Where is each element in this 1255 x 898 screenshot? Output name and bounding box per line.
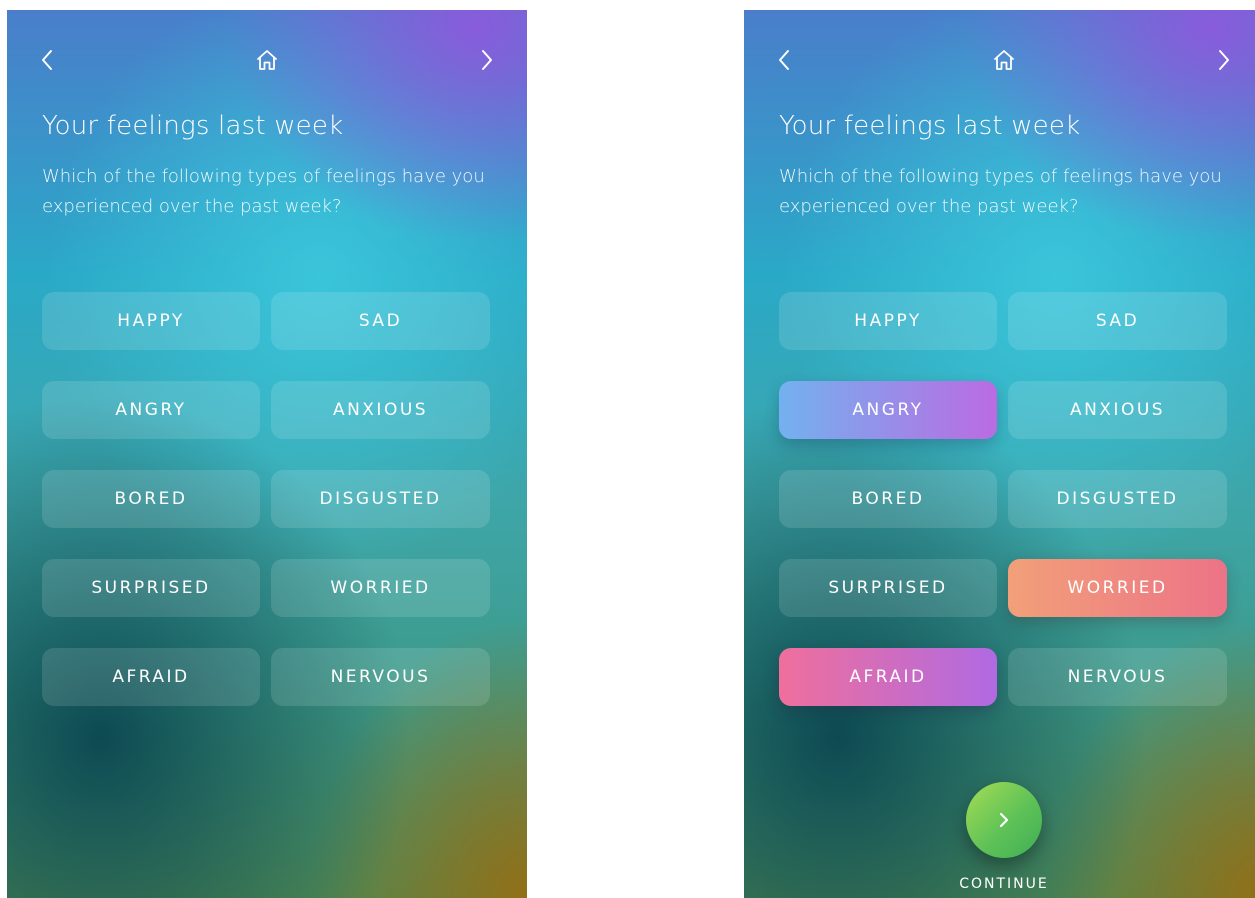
chevron-right-icon <box>482 50 492 70</box>
top-nav <box>7 40 527 80</box>
feeling-chip-surprised[interactable]: SURPRISED <box>42 559 260 617</box>
home-button[interactable] <box>247 40 287 80</box>
feeling-chip-worried[interactable]: WORRIED <box>1008 559 1227 617</box>
page-subtitle: Which of the following types of feelings… <box>779 166 1222 217</box>
feeling-chip-worried[interactable]: WORRIED <box>271 559 490 617</box>
feelings-grid: HAPPY SAD ANGRY ANXIOUS BORED DISGUSTED … <box>779 292 1227 706</box>
feeling-chip-nervous[interactable]: NERVOUS <box>271 648 490 706</box>
feeling-chip-happy[interactable]: HAPPY <box>779 292 997 350</box>
page-title: Your feelings last week <box>779 111 1081 141</box>
feeling-chip-happy[interactable]: HAPPY <box>42 292 260 350</box>
home-button[interactable] <box>984 40 1024 80</box>
feeling-chip-disgusted[interactable]: DISGUSTED <box>271 470 490 528</box>
chevron-left-icon <box>42 50 52 70</box>
feeling-chip-bored[interactable]: BORED <box>779 470 997 528</box>
forward-button[interactable] <box>1204 40 1244 80</box>
forward-button[interactable] <box>467 40 507 80</box>
feeling-chip-anxious[interactable]: ANXIOUS <box>1008 381 1227 439</box>
top-nav <box>744 40 1255 80</box>
back-button[interactable] <box>27 40 67 80</box>
feeling-chip-bored[interactable]: BORED <box>42 470 260 528</box>
feeling-chip-nervous[interactable]: NERVOUS <box>1008 648 1227 706</box>
home-icon <box>994 50 1014 70</box>
feelings-screen-unselected: Your feelings last week Which of the fol… <box>7 10 527 898</box>
back-button[interactable] <box>764 40 804 80</box>
feelings-grid: HAPPY SAD ANGRY ANXIOUS BORED DISGUSTED … <box>42 292 490 706</box>
feeling-chip-angry[interactable]: ANGRY <box>779 381 997 439</box>
page-title: Your feelings last week <box>42 111 344 141</box>
feeling-chip-sad[interactable]: SAD <box>271 292 490 350</box>
continue-button[interactable] <box>966 782 1042 858</box>
feeling-chip-afraid[interactable]: AFRAID <box>42 648 260 706</box>
feeling-chip-anxious[interactable]: ANXIOUS <box>271 381 490 439</box>
chevron-left-icon <box>779 50 789 70</box>
feeling-chip-surprised[interactable]: SURPRISED <box>779 559 997 617</box>
chevron-right-icon <box>999 812 1009 828</box>
continue-label: CONTINUE <box>959 876 1049 892</box>
feeling-chip-angry[interactable]: ANGRY <box>42 381 260 439</box>
feelings-screen-selected: Your feelings last week Which of the fol… <box>744 10 1255 898</box>
page-subtitle: Which of the following types of feelings… <box>42 166 485 217</box>
home-icon <box>257 50 277 70</box>
feeling-chip-afraid[interactable]: AFRAID <box>779 648 997 706</box>
feeling-chip-disgusted[interactable]: DISGUSTED <box>1008 470 1227 528</box>
feeling-chip-sad[interactable]: SAD <box>1008 292 1227 350</box>
chevron-right-icon <box>1219 50 1229 70</box>
